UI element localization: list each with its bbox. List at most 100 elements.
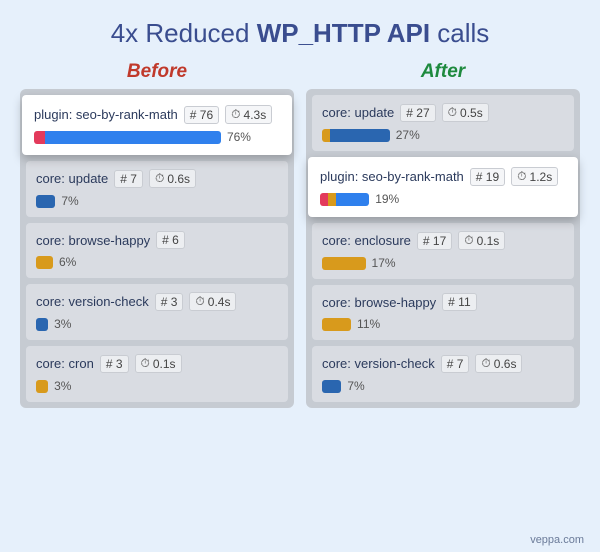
time-badge: ⏱0.1s <box>135 354 182 373</box>
percentage-label: 3% <box>54 379 71 393</box>
component-label: core: version-check <box>322 356 435 371</box>
bar-segment <box>34 131 45 144</box>
progress-bar <box>322 380 341 393</box>
column-after: After core: update# 27⏱0.5s27%plugin: se… <box>306 61 580 408</box>
time-badge: ⏱ 0.1s <box>458 231 505 250</box>
time-value: 0.1s <box>477 234 500 248</box>
component-label: core: version-check <box>36 294 149 309</box>
bar-row: 3% <box>36 379 278 393</box>
bar-segment <box>36 256 53 269</box>
page-title: 4x Reduced WP_HTTP API calls <box>20 18 580 49</box>
clock-icon: ⏱ <box>195 294 204 309</box>
bar-segment <box>330 129 390 142</box>
metric-card: core: browse-happy # 11 11% <box>312 285 574 340</box>
metric-card: plugin: seo-by-rank-math# 19⏱1.2s 19% <box>308 157 578 217</box>
progress-bar <box>36 256 53 269</box>
progress-bar <box>34 131 221 144</box>
count-badge: # 7 <box>114 170 143 188</box>
after-header: After <box>306 61 580 83</box>
bar-segment <box>328 193 336 206</box>
panel-before: plugin: seo-by-rank-math # 76 ⏱ 4.3s 76% core… <box>20 89 294 408</box>
clock-icon: ⏱ <box>141 356 150 371</box>
component-label: core: update <box>322 105 394 120</box>
percentage-label: 76% <box>227 130 251 144</box>
card-header-row: plugin: seo-by-rank-math # 76 ⏱ 4.3s <box>34 105 280 124</box>
clock-icon: ⏱ <box>517 169 526 184</box>
count-badge: # 76 <box>184 106 219 124</box>
count-badge: # 11 <box>442 293 476 311</box>
bar-row: 6% <box>36 255 278 269</box>
component-label: plugin: seo-by-rank-math <box>34 107 178 122</box>
time-value: 0.1s <box>153 357 176 371</box>
clock-icon: ⏱ <box>155 171 164 186</box>
percentage-label: 19% <box>375 192 399 206</box>
time-value: 0.6s <box>494 357 517 371</box>
bar-segment <box>320 193 328 206</box>
title-bold: WP_HTTP API <box>257 18 430 48</box>
percentage-label: 11% <box>357 317 380 331</box>
metric-card: core: cron# 3⏱0.1s 3% <box>26 346 288 402</box>
component-label: core: enclosure <box>322 233 411 248</box>
time-value: 0.6s <box>167 172 190 186</box>
bar-row: 76% <box>34 130 280 144</box>
percentage-label: 7% <box>61 194 78 208</box>
metric-card: core: version-check# 3⏱0.4s3% <box>26 284 288 340</box>
card-header-row: core: update # 27 ⏱0.5s <box>322 103 564 122</box>
card-header-row: core: browse-happy # 6 <box>36 231 278 249</box>
watermark: veppa.com <box>530 534 584 546</box>
metric-card: core: enclosure # 17 ⏱ 0.1s 17% <box>312 223 574 279</box>
progress-bar <box>322 318 351 331</box>
bar-segment <box>36 318 48 331</box>
progress-bar <box>322 129 390 142</box>
percentage-label: 3% <box>54 317 71 331</box>
bar-segment <box>322 257 366 270</box>
time-badge: ⏱1.2s <box>511 167 558 186</box>
clock-icon: ⏱ <box>231 107 240 122</box>
title-suffix: calls <box>430 18 489 48</box>
card-header-row: plugin: seo-by-rank-math# 19⏱1.2s <box>320 167 566 186</box>
card-header-row: core: cron# 3⏱0.1s <box>36 354 278 373</box>
percentage-label: 6% <box>59 255 76 269</box>
bar-row: 17% <box>322 256 564 270</box>
clock-icon: ⏱ <box>464 233 473 248</box>
column-before: Before plugin: seo-by-rank-math # 76 ⏱ 4.3s… <box>20 61 294 408</box>
time-badge: ⏱ 0.6s <box>475 354 522 373</box>
card-header-row: core: enclosure # 17 ⏱ 0.1s <box>322 231 564 250</box>
count-badge: # 7 <box>441 355 470 373</box>
metric-card: core: update # 27 ⏱0.5s 27% <box>312 95 574 151</box>
time-badge: ⏱ 4.3s <box>225 105 272 124</box>
card-header-row: core: browse-happy # 11 <box>322 293 564 311</box>
component-label: core: browse-happy <box>36 233 150 248</box>
percentage-label: 17% <box>372 256 396 270</box>
metric-card: core: version-check # 7 ⏱ 0.6s 7% <box>312 346 574 402</box>
component-label: core: update <box>36 171 108 186</box>
clock-icon: ⏱ <box>481 356 490 371</box>
time-badge: ⏱0.6s <box>149 169 196 188</box>
bar-row: 27% <box>322 128 564 142</box>
component-label: core: browse-happy <box>322 295 436 310</box>
title-prefix: 4x Reduced <box>111 18 257 48</box>
progress-bar <box>36 195 55 208</box>
time-value: 4.3s <box>244 108 267 122</box>
time-badge: ⏱ 0.4s <box>189 292 236 311</box>
bar-segment <box>322 318 351 331</box>
before-header: Before <box>20 61 294 83</box>
bar-row: 7% <box>322 379 564 393</box>
count-badge: # 27 <box>400 104 435 122</box>
time-value: 0.4s <box>208 295 231 309</box>
count-badge: # 17 <box>417 232 452 250</box>
card-header-row: core: update # 7 ⏱0.6s <box>36 169 278 188</box>
time-value: 0.5s <box>460 106 483 120</box>
progress-bar <box>322 257 366 270</box>
card-header-row: core: version-check# 3⏱0.4s <box>36 292 278 311</box>
progress-bar <box>36 380 48 393</box>
bar-row: 3% <box>36 317 278 331</box>
bar-row: 11% <box>322 317 564 331</box>
bar-segment <box>336 193 369 206</box>
bar-segment <box>322 380 341 393</box>
bar-segment <box>45 131 221 144</box>
count-badge: # 6 <box>156 231 185 249</box>
clock-icon: ⏱ <box>448 105 457 120</box>
card-header-row: core: version-check # 7 ⏱ 0.6s <box>322 354 564 373</box>
bar-segment <box>36 195 55 208</box>
